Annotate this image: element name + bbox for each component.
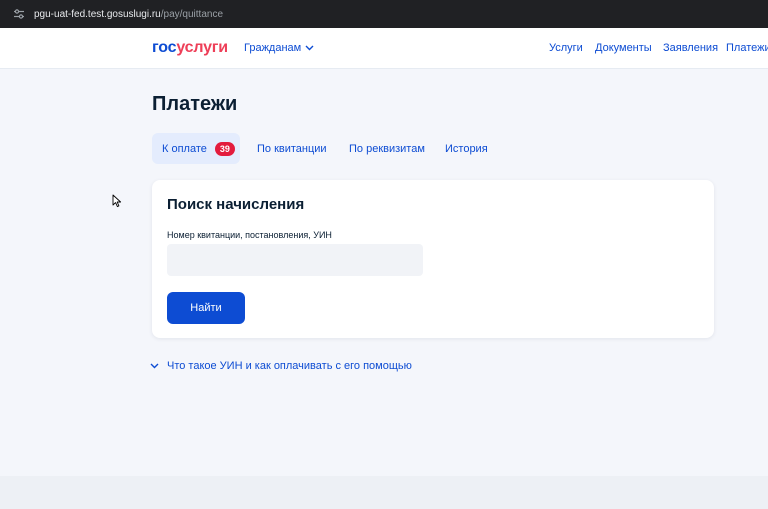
page-title: Платежи [152, 93, 238, 115]
gosuslugi-logo[interactable]: госуслуги [152, 39, 228, 57]
uin-input[interactable] [167, 244, 423, 276]
footer [0, 476, 768, 509]
tab-label: К оплате [162, 142, 207, 155]
uin-field-label: Номер квитанции, постановления, УИН [167, 230, 332, 240]
site-header: госуслуги Гражданам Услуги Документы Зая… [0, 28, 768, 69]
nav-documents[interactable]: Документы [595, 42, 652, 54]
count-badge: 39 [214, 141, 235, 156]
url-path: /pay/quittance [160, 8, 224, 20]
tab-by-receipt[interactable]: По квитанции [257, 133, 327, 164]
browser-address-bar: pgu-uat-fed.test.gosuslugi.ru/pay/quitta… [0, 0, 768, 28]
nav-services[interactable]: Услуги [549, 42, 583, 54]
site-info-icon[interactable] [12, 7, 26, 21]
nav-payments[interactable]: Платежи [726, 42, 768, 54]
citizens-dropdown[interactable]: Гражданам [244, 42, 314, 54]
nav-applications[interactable]: Заявления [663, 42, 718, 54]
tab-by-details[interactable]: По реквизитам [349, 133, 425, 164]
tab-history[interactable]: История [445, 133, 488, 164]
chevron-down-icon [305, 45, 314, 51]
search-card: Поиск начисления Номер квитанции, постан… [152, 180, 714, 338]
citizens-label: Гражданам [244, 42, 302, 54]
find-button[interactable]: Найти [167, 292, 245, 324]
chevron-down-icon [150, 363, 159, 369]
card-title: Поиск начисления [167, 196, 305, 213]
uin-faq-link[interactable]: Что такое УИН и как оплачивать с его пом… [150, 360, 412, 372]
faq-label: Что такое УИН и как оплачивать с его пом… [167, 360, 412, 372]
tab-to-pay[interactable]: К оплате 39 [152, 133, 240, 164]
url-field[interactable]: pgu-uat-fed.test.gosuslugi.ru/pay/quitta… [34, 9, 223, 20]
cursor-icon [112, 194, 122, 208]
url-host: pgu-uat-fed.test.gosuslugi.ru [34, 8, 161, 20]
